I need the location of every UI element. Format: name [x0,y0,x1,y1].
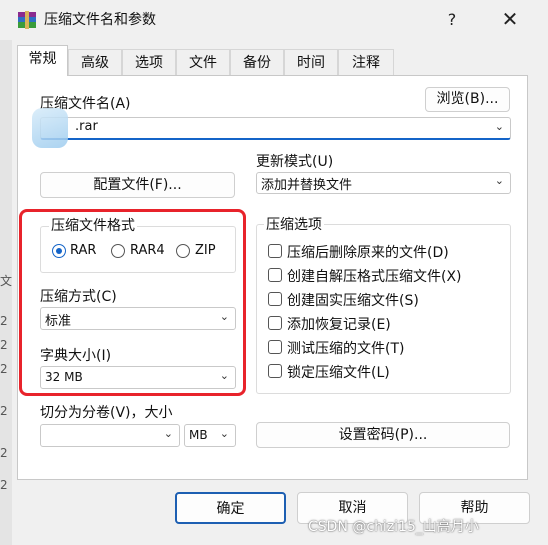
option-lock-archive-checkbox[interactable] [268,364,282,378]
update-mode-value: 添加并替换文件 [261,178,353,193]
winrar-icon [17,10,37,30]
option-lock-archive-label[interactable]: 锁定压缩文件(L) [287,362,390,382]
archive-name-value: .rar [75,119,98,134]
set-password-button[interactable]: 设置密码(P)... [256,422,510,448]
split-size-input[interactable]: ⌄ [40,424,180,447]
tab-options[interactable]: 选项 [122,49,176,75]
update-mode-select[interactable]: 添加并替换文件 ⌄ [256,172,511,194]
tab-files[interactable]: 文件 [176,49,230,75]
chevron-down-icon[interactable]: ⌄ [164,427,173,440]
help-titlebar-button[interactable]: ? [430,4,474,36]
chevron-down-icon[interactable]: ⌄ [495,174,504,187]
background-fragment: 2 [0,362,8,376]
tab-time[interactable]: 时间 [284,49,338,75]
highlight-annotation-box [19,209,246,396]
redacted-name-blur [32,108,68,148]
ok-button[interactable]: 确定 [175,492,286,524]
option-sfx-checkbox[interactable] [268,268,282,282]
chevron-down-icon[interactable]: ⌄ [495,120,504,133]
tab-general[interactable]: 常规 [17,45,68,76]
split-unit-select[interactable]: MB ⌄ [184,424,236,447]
option-recovery-record-label[interactable]: 添加恢复记录(E) [287,314,391,334]
split-volumes-label: 切分为分卷(V)，大小 [40,405,173,421]
chevron-down-icon[interactable]: ⌄ [220,427,229,440]
background-fragment: 2 [0,446,8,460]
option-test-files-label[interactable]: 测试压缩的文件(T) [287,338,404,358]
option-recovery-record-checkbox[interactable] [268,316,282,330]
option-delete-after-checkbox[interactable] [268,244,282,258]
tab-advanced[interactable]: 高级 [68,49,122,75]
option-solid-label[interactable]: 创建固实压缩文件(S) [287,290,419,310]
browse-button[interactable]: 浏览(B)... [425,87,510,112]
tab-backup[interactable]: 备份 [230,49,284,75]
option-delete-after-label[interactable]: 压缩后删除原来的文件(D) [287,242,449,262]
background-fragment: 2 [0,314,8,328]
compression-options-label: 压缩选项 [264,214,324,234]
background-fragment: 2 [0,338,8,352]
update-mode-label: 更新模式(U) [256,154,334,170]
option-solid-checkbox[interactable] [268,292,282,306]
background-fragment: 2 [0,478,8,492]
split-unit-value: MB [189,428,208,442]
profiles-button[interactable]: 配置文件(F)... [40,172,235,198]
window-title: 压缩文件名和参数 [44,12,156,28]
background-fragment: 2 [0,404,8,418]
watermark-text: CSDN @chizi15_山高月小 [308,519,479,535]
option-test-files-checkbox[interactable] [268,340,282,354]
archive-name-combo[interactable]: .rar ⌄ [40,117,511,140]
close-button[interactable]: ✕ [488,4,532,36]
tab-comment[interactable]: 注释 [338,49,394,75]
option-sfx-label[interactable]: 创建自解压格式压缩文件(X) [287,266,462,286]
background-fragment: 文 [0,274,13,288]
